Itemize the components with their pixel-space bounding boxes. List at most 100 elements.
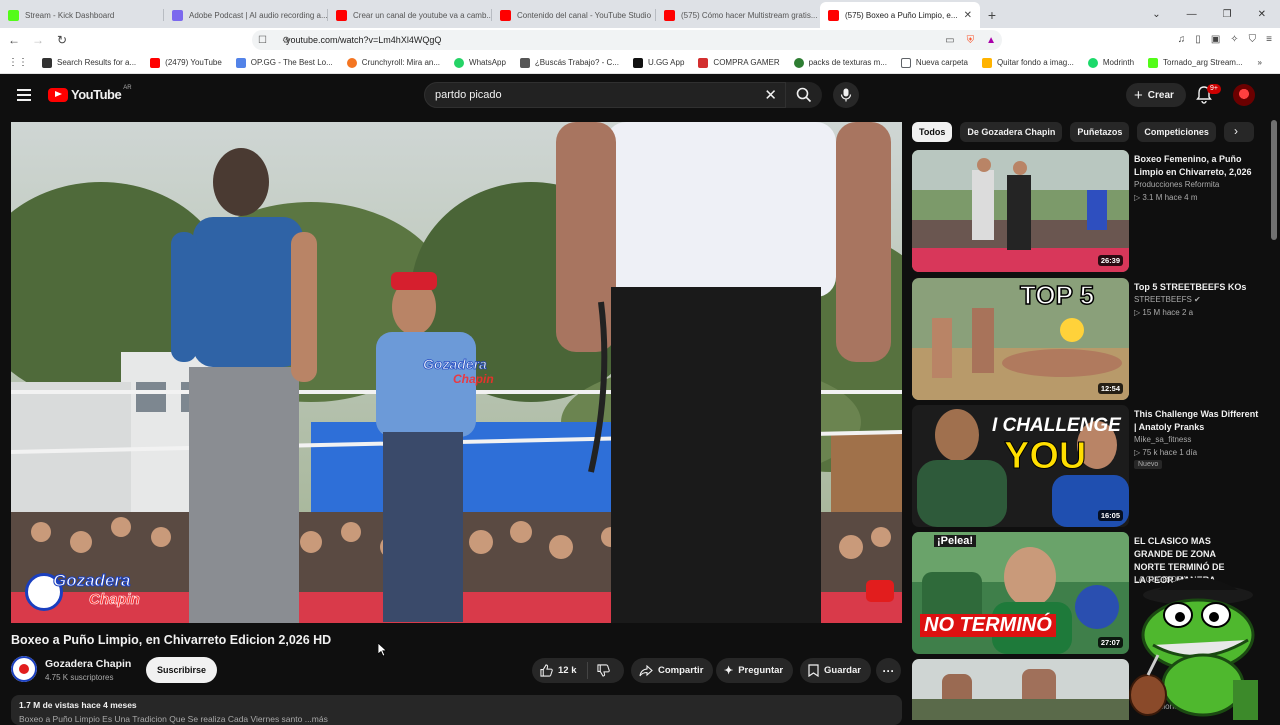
video-title: Boxeo a Puño Limpio, en Chivarreto Edici…	[11, 633, 332, 647]
new-tab-button[interactable]: +	[980, 2, 1004, 28]
url-text[interactable]: youtube.com/watch?v=Lm4hXl4WQgQ	[286, 35, 441, 45]
leo-icon[interactable]: ✧	[1230, 34, 1238, 45]
minimize-icon[interactable]: —	[1187, 9, 1197, 20]
music-icon[interactable]: ♫	[1178, 34, 1186, 45]
bookmark-item[interactable]: packs de texturas m...	[793, 57, 887, 68]
video-thumbnail[interactable]: TOP 5 12:54	[912, 278, 1129, 400]
video-thumbnail[interactable]	[912, 659, 1129, 720]
bookmark-item[interactable]: ¿Buscás Trabajo? - C...	[519, 57, 619, 68]
description-box[interactable]: 1.7 M de vistas hace 4 meses Boxeo a Puñ…	[11, 695, 902, 725]
browser-tab-active[interactable]: (575) Boxeo a Puño Limpio, e... ✕	[820, 2, 980, 28]
address-toolbar: ← → ↻ ☐ ⚙ youtube.com/watch?v=Lm4hXl4WQg…	[0, 28, 1280, 52]
video-player[interactable]: Gozadera Chapin Gozadera Chapin	[11, 122, 902, 623]
chip-channel[interactable]: De Gozadera Chapin	[960, 122, 1063, 142]
bookmark-item[interactable]: WhatsApp	[454, 57, 506, 68]
voice-search-button[interactable]	[833, 82, 859, 108]
vpn-icon[interactable]: ⛉	[1249, 34, 1257, 45]
video-title[interactable]: Top 5 STREETBEEFS KOs	[1134, 281, 1259, 294]
bookmark-item[interactable]: Modrinth	[1087, 57, 1134, 68]
bookmark-icon[interactable]: ☐	[258, 35, 267, 46]
recommended-video[interactable]: TOP 5 12:54 Top 5 STREETBEEFS KOs STREET…	[912, 278, 1262, 400]
more-bookmarks-icon[interactable]: »	[1258, 58, 1262, 67]
video-thumbnail[interactable]: 26:39	[912, 150, 1129, 272]
site-info-icon[interactable]: ⚙	[282, 35, 290, 46]
chip-partial[interactable]	[1223, 122, 1254, 142]
video-title[interactable]: Boxeo Femenino, a Puño Limpio en Chivarr…	[1134, 153, 1259, 179]
reload-icon[interactable]: ↻	[52, 33, 72, 47]
forward-icon[interactable]: →	[28, 33, 48, 47]
page-scrollbar[interactable]	[1271, 120, 1277, 720]
bookmark-item[interactable]: U.GG App	[632, 57, 685, 68]
bookmark-folder[interactable]: Nueva carpeta	[900, 57, 968, 68]
url-bar[interactable]: ☐ ⚙ youtube.com/watch?v=Lm4hXl4WQgQ ▭ ⛨ …	[252, 30, 1002, 50]
search-value[interactable]: partdo picado	[435, 89, 502, 101]
close-tab-icon[interactable]: ✕	[960, 10, 972, 21]
video-title[interactable]: This Challenge Was Different | Anatoly P…	[1134, 408, 1259, 434]
channel-avatar[interactable]	[11, 656, 37, 682]
apps-icon[interactable]: ⋮⋮	[8, 57, 28, 68]
close-window-icon[interactable]: ✕	[1258, 9, 1266, 20]
browser-tab[interactable]: (575) Cómo hacer Multistream gratis...	[656, 2, 820, 28]
bookmark-label: OP.GG - The Best Lo...	[250, 58, 333, 67]
more-actions-button[interactable]: ···	[876, 658, 901, 683]
account-avatar[interactable]	[1233, 84, 1255, 106]
video-channel[interactable]: Producciones Reformita	[1134, 180, 1219, 189]
browser-tab[interactable]: Stream - Kick Dashboard	[0, 2, 164, 28]
bookmark-item[interactable]: OP.GG - The Best Lo...	[235, 57, 333, 68]
video-channel[interactable]: Mike_sa_fitness	[1134, 435, 1191, 444]
search-button[interactable]	[786, 82, 822, 108]
plus-icon: +	[1134, 86, 1143, 104]
tab-label: Crear un canal de youtube va a camb...	[353, 10, 492, 20]
video-thumbnail[interactable]: I CHALLENGE YOU 16:05	[912, 405, 1129, 527]
browser-tab[interactable]: Adobe Podcast | AI audio recording a...	[164, 2, 328, 28]
ask-button[interactable]: ✦ Preguntar	[716, 658, 794, 683]
bookmark-item[interactable]: Crunchyroll: Mira an...	[346, 57, 440, 68]
recommended-video[interactable]: I CHALLENGE YOU 16:05 This Challenge Was…	[912, 405, 1262, 527]
chip-todos[interactable]: Todos	[912, 122, 953, 142]
bookmark-item[interactable]: Search Results for a...	[42, 57, 136, 68]
back-icon[interactable]: ←	[4, 33, 24, 47]
scrollbar-thumb[interactable]	[1271, 120, 1277, 240]
adobe-podcast-icon	[172, 9, 183, 21]
chip-punetazos[interactable]: Puñetazos	[1070, 122, 1130, 142]
bookmarks-bar: ⋮⋮ Search Results for a... (2479) YouTub…	[0, 52, 1280, 74]
bookmark-item[interactable]: Tornado_arg Stream...	[1148, 57, 1243, 68]
recommended-video[interactable]: 26:39 Boxeo Femenino, a Puño Limpio en C…	[912, 150, 1262, 272]
channel-logo-icon	[11, 656, 37, 682]
menu-icon[interactable]: ≡	[1266, 34, 1272, 45]
bookmark-label: WhatsApp	[469, 58, 506, 67]
save-button[interactable]: Guardar	[800, 658, 871, 683]
bookmark-item[interactable]: (2479) YouTube	[150, 57, 222, 68]
search-input[interactable]: partdo picado ✕	[424, 82, 786, 108]
youtube-logo[interactable]: YouTube AR	[48, 85, 132, 102]
restore-icon[interactable]: ❐	[1223, 9, 1232, 20]
channel-name[interactable]: Gozadera Chapin	[45, 658, 131, 670]
bookmark-item[interactable]: Quitar fondo a imag...	[981, 57, 1074, 68]
browser-tab[interactable]: Crear un canal de youtube va a camb...	[328, 2, 492, 28]
brave-shield-icon[interactable]: ⛨	[967, 35, 975, 46]
chip-competiciones[interactable]: Competiciones	[1137, 122, 1216, 142]
subscribe-button[interactable]: Suscribirse	[146, 657, 218, 683]
like-button[interactable]: 12 k	[532, 662, 588, 679]
sidebar-icon[interactable]: ▯	[1195, 34, 1201, 45]
browser-tab[interactable]: Contenido del canal - YouTube Studio	[492, 2, 656, 28]
thumbnail-image	[912, 150, 1129, 272]
youtube-header: YouTube AR partdo picado ✕ + Crear 9+	[0, 74, 1280, 118]
wallet-icon[interactable]: ▣	[1211, 34, 1220, 45]
subscribe-watermark-icon[interactable]	[866, 580, 894, 602]
youtube-icon	[828, 9, 839, 21]
create-button[interactable]: + Crear	[1126, 83, 1186, 107]
dislike-button[interactable]	[588, 664, 610, 677]
chevron-right-icon[interactable]: ›	[1234, 124, 1238, 138]
video-channel[interactable]: STREETBEEFS ✔	[1134, 295, 1201, 304]
cast-icon[interactable]: ▭	[945, 35, 954, 46]
brave-rewards-icon[interactable]: ▲	[986, 35, 996, 46]
share-button[interactable]: Compartir	[631, 658, 714, 683]
save-label: Guardar	[824, 665, 861, 676]
bookmark-item[interactable]: COMPRA GAMER	[698, 57, 780, 68]
video-thumbnail[interactable]: ¡Pelea! NO TERMINÓ 27:07	[912, 532, 1129, 654]
tab-search-icon[interactable]: ⌄	[1152, 9, 1160, 20]
bookmark-label: U.GG App	[647, 58, 685, 67]
menu-icon[interactable]	[17, 89, 31, 104]
clear-search-icon[interactable]: ✕	[764, 86, 777, 104]
